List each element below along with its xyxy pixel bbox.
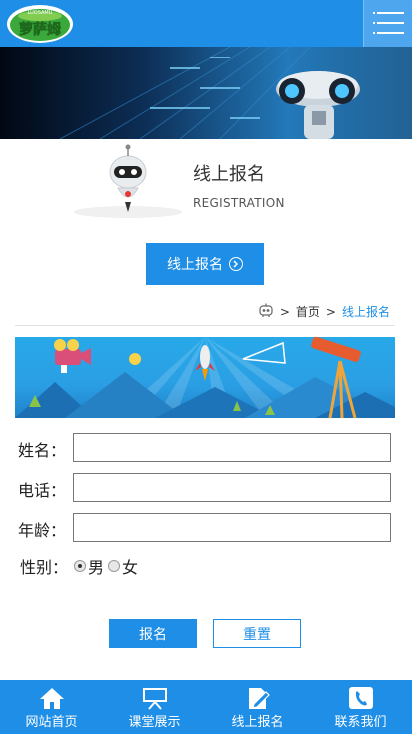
nav-item-classroom[interactable]: 课堂展示 bbox=[103, 680, 206, 734]
reset-button[interactable]: 重置 bbox=[213, 619, 301, 648]
nav-item-home-label: 网站首页 bbox=[25, 715, 78, 730]
name-label: 姓名： bbox=[18, 441, 67, 460]
gender-female-radio[interactable] bbox=[108, 560, 121, 572]
gender-row: 性别： 男 女 bbox=[20, 554, 138, 578]
online-signup-button[interactable]: 线上报名 bbox=[146, 243, 264, 285]
svg-text:萝萨姆: 萝萨姆 bbox=[19, 21, 61, 38]
breadcrumb-separator: > bbox=[325, 304, 336, 319]
nav-item-signup[interactable]: 线上报名 bbox=[206, 680, 309, 734]
section-title: 线上报名 bbox=[193, 164, 265, 185]
section-subtitle: REGISTRATION bbox=[193, 196, 285, 210]
gender-male-label: 男 bbox=[88, 558, 105, 577]
phone-icon bbox=[347, 686, 375, 711]
nav-item-contact[interactable]: 联系我们 bbox=[309, 680, 412, 734]
breadcrumb: > 首页 > 线上报名 bbox=[258, 302, 390, 321]
gender-label: 性别： bbox=[20, 558, 69, 577]
age-label: 年龄： bbox=[18, 521, 67, 540]
bottom-nav: 网站首页 课堂展示 线上报名 联系我们 bbox=[0, 680, 412, 734]
robot-head-icon bbox=[258, 302, 274, 321]
arrow-right-icon bbox=[229, 257, 243, 271]
hamburger-menu-icon bbox=[377, 12, 404, 14]
age-input[interactable] bbox=[73, 513, 391, 542]
mascot-robot-image bbox=[72, 142, 190, 220]
online-signup-button-label: 线上报名 bbox=[167, 257, 223, 273]
nav-item-contact-label: 联系我们 bbox=[334, 715, 387, 730]
gender-female-label: 女 bbox=[122, 558, 139, 577]
form-banner-illustration bbox=[15, 337, 395, 418]
nav-item-classroom-label: 课堂展示 bbox=[128, 715, 181, 730]
form-row-phone: 电话： bbox=[0, 473, 412, 503]
svg-text:LUOSAMU: LUOSAMU bbox=[28, 10, 53, 16]
breadcrumb-home-link[interactable]: 首页 bbox=[296, 303, 320, 320]
phone-input[interactable] bbox=[73, 473, 391, 502]
breadcrumb-separator: > bbox=[279, 304, 290, 319]
hero-banner bbox=[0, 47, 412, 139]
form-row-name: 姓名： bbox=[0, 433, 412, 463]
divider bbox=[15, 325, 395, 326]
edit-icon bbox=[244, 686, 272, 711]
breadcrumb-current[interactable]: 线上报名 bbox=[342, 303, 390, 320]
nav-item-home[interactable]: 网站首页 bbox=[0, 680, 103, 734]
name-input[interactable] bbox=[73, 433, 391, 462]
phone-label: 电话： bbox=[18, 481, 67, 500]
menu-button[interactable] bbox=[363, 0, 412, 47]
header: LUOSAMU 萝萨姆 bbox=[0, 0, 412, 48]
logo[interactable]: LUOSAMU 萝萨姆 bbox=[6, 4, 74, 44]
form-row-age: 年龄： bbox=[0, 513, 412, 543]
nav-item-signup-label: 线上报名 bbox=[231, 715, 284, 730]
gender-male-radio[interactable] bbox=[74, 560, 87, 572]
classroom-icon bbox=[141, 686, 169, 711]
submit-button[interactable]: 报名 bbox=[109, 619, 197, 648]
home-icon bbox=[38, 686, 66, 711]
